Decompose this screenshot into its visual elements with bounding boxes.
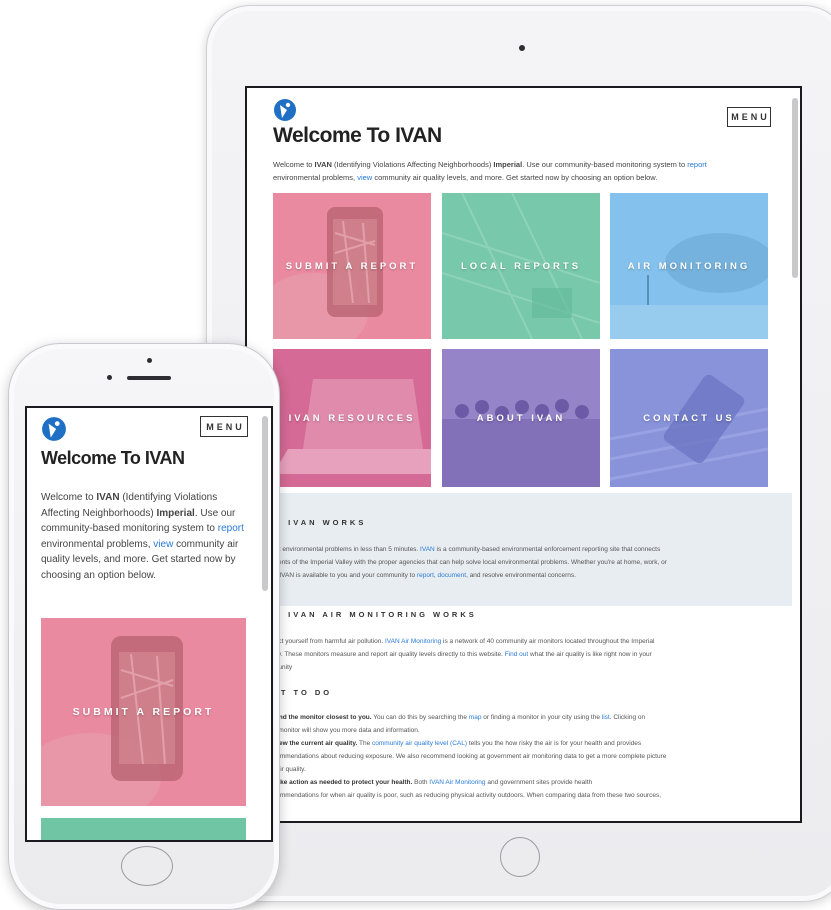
tile-label: AIR MONITORING — [627, 260, 751, 272]
tile-local-reports[interactable]: LOCAL REPORTS — [442, 193, 600, 339]
intro-text: Welcome to IVAN (Identifying Violations … — [273, 160, 707, 182]
find-out-link[interactable]: Find out — [505, 651, 529, 658]
tile-contact-us[interactable]: CONTACT US — [610, 349, 768, 487]
phone-home-button[interactable] — [121, 846, 173, 886]
page-title: Welcome To IVAN — [41, 448, 185, 468]
tile-label: SUBMIT A REPORT — [285, 260, 419, 272]
tablet-home-button[interactable] — [500, 837, 540, 877]
phone-scrollbar[interactable] — [262, 416, 268, 591]
phone-sensor — [107, 375, 112, 380]
tablet-scrollbar[interactable] — [792, 98, 798, 278]
phone-speaker — [127, 376, 171, 380]
tile-local-reports[interactable] — [41, 818, 246, 840]
tile-label: ABOUT IVAN — [476, 412, 566, 424]
view-link[interactable]: view — [357, 173, 372, 182]
section-text: ort environmental problems in less than … — [273, 546, 667, 579]
tablet-screen: MENU Welcome To IVAN Welcome to IVAN (Id… — [245, 86, 802, 823]
ivan-air-monitoring-link[interactable]: IVAN Air Monitoring — [385, 638, 441, 645]
tile-submit-a-report[interactable]: SUBMIT A REPORT — [273, 193, 431, 339]
tile-air-monitoring[interactable]: AIR MONITORING — [610, 193, 768, 339]
map-link[interactable]: map — [469, 714, 482, 721]
phone-screen: MENU Welcome To IVAN Welcome to IVAN (Id… — [25, 406, 273, 842]
air-monitoring-text: tect yourself from harmful air pollution… — [273, 638, 655, 671]
menu-button[interactable]: MENU — [727, 107, 771, 127]
section-heading: AT TO DO — [273, 688, 333, 697]
document-link[interactable]: document — [438, 572, 467, 579]
tablet-camera — [519, 45, 525, 51]
ivan-logo-icon[interactable] — [273, 98, 297, 122]
report-link[interactable]: report — [687, 160, 707, 169]
tile-label: CONTACT US — [643, 412, 735, 424]
report-link[interactable]: report — [417, 572, 434, 579]
tile-label: LOCAL REPORTS — [460, 260, 582, 272]
phone-camera — [147, 358, 152, 363]
cal-link[interactable]: community air quality level (CAL) — [372, 740, 467, 747]
view-link[interactable]: view — [153, 539, 173, 550]
tile-label: SUBMIT A REPORT — [72, 706, 215, 718]
how-ivan-works-section: W IVAN WORKS ort environmental problems … — [247, 493, 792, 606]
ivan-air-monitoring-link[interactable]: IVAN Air Monitoring — [429, 779, 485, 786]
tile-about-ivan[interactable]: ABOUT IVAN — [442, 349, 600, 487]
intro-text: Welcome to IVAN (Identifying Violations … — [41, 492, 244, 581]
tile-ivan-resources[interactable]: IVAN RESOURCES — [273, 349, 431, 487]
list-link[interactable]: list — [602, 714, 610, 721]
report-link[interactable]: report — [218, 523, 244, 534]
section-heading: W IVAN AIR MONITORING WORKS — [273, 610, 477, 619]
ivan-link[interactable]: IVAN — [420, 546, 435, 553]
section-heading: W IVAN WORKS — [273, 518, 367, 527]
menu-button[interactable]: MENU — [200, 416, 248, 437]
what-to-do-text: Find the monitor closest to you. You can… — [273, 714, 667, 799]
tile-submit-a-report[interactable]: SUBMIT A REPORT — [41, 618, 246, 806]
page-title: Welcome To IVAN — [273, 124, 442, 147]
tile-label: IVAN RESOURCES — [288, 412, 416, 424]
ivan-logo-icon[interactable] — [41, 416, 67, 442]
